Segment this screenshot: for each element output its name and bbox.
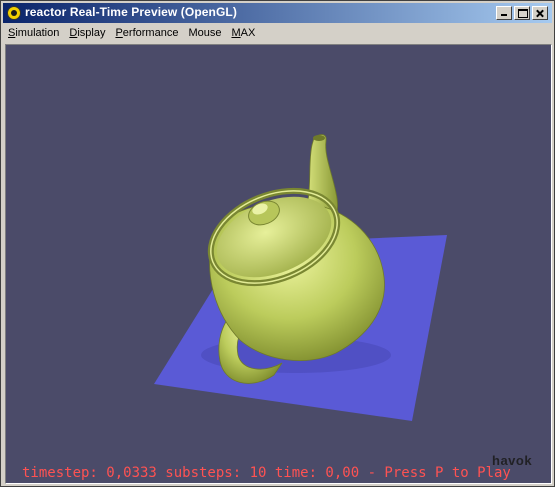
menu-bar: Simulation Display Performance Mouse MAX (3, 24, 552, 42)
menu-max-label: AX (240, 27, 256, 39)
simulation-status: timestep: 0,0333 substeps: 10 time: 0,00… (22, 465, 511, 481)
app-window: reactor Real-Time Preview (OpenGL) Simul… (0, 0, 555, 487)
menu-mouse-label: Mouse (188, 27, 222, 39)
menu-performance[interactable]: Performance (110, 24, 183, 42)
close-button[interactable] (532, 6, 548, 20)
menu-max[interactable]: MAX (226, 24, 260, 42)
window-title: reactor Real-Time Preview (OpenGL) (25, 5, 237, 19)
scene-render (154, 134, 447, 421)
window-controls (494, 6, 548, 20)
opengl-viewport[interactable]: timestep: 0,0333 substeps: 10 time: 0,00… (5, 44, 552, 484)
menu-max-mnemonic: M (231, 27, 241, 39)
teapot-spout-opening (313, 135, 325, 141)
menu-mouse[interactable]: Mouse (183, 24, 226, 42)
maximize-button[interactable] (514, 6, 530, 20)
havok-logo: havok (492, 453, 533, 468)
title-bar[interactable]: reactor Real-Time Preview (OpenGL) (3, 3, 552, 23)
minimize-button[interactable] (496, 6, 512, 20)
menu-simulation[interactable]: Simulation (3, 24, 64, 42)
menu-simulation-label: imulation (15, 27, 60, 39)
menu-performance-mnemonic: P (115, 27, 123, 39)
menu-display[interactable]: Display (64, 24, 110, 42)
reactor-app-icon[interactable] (7, 6, 21, 20)
menu-performance-label: erformance (122, 27, 179, 39)
menu-display-label: isplay (77, 27, 106, 39)
